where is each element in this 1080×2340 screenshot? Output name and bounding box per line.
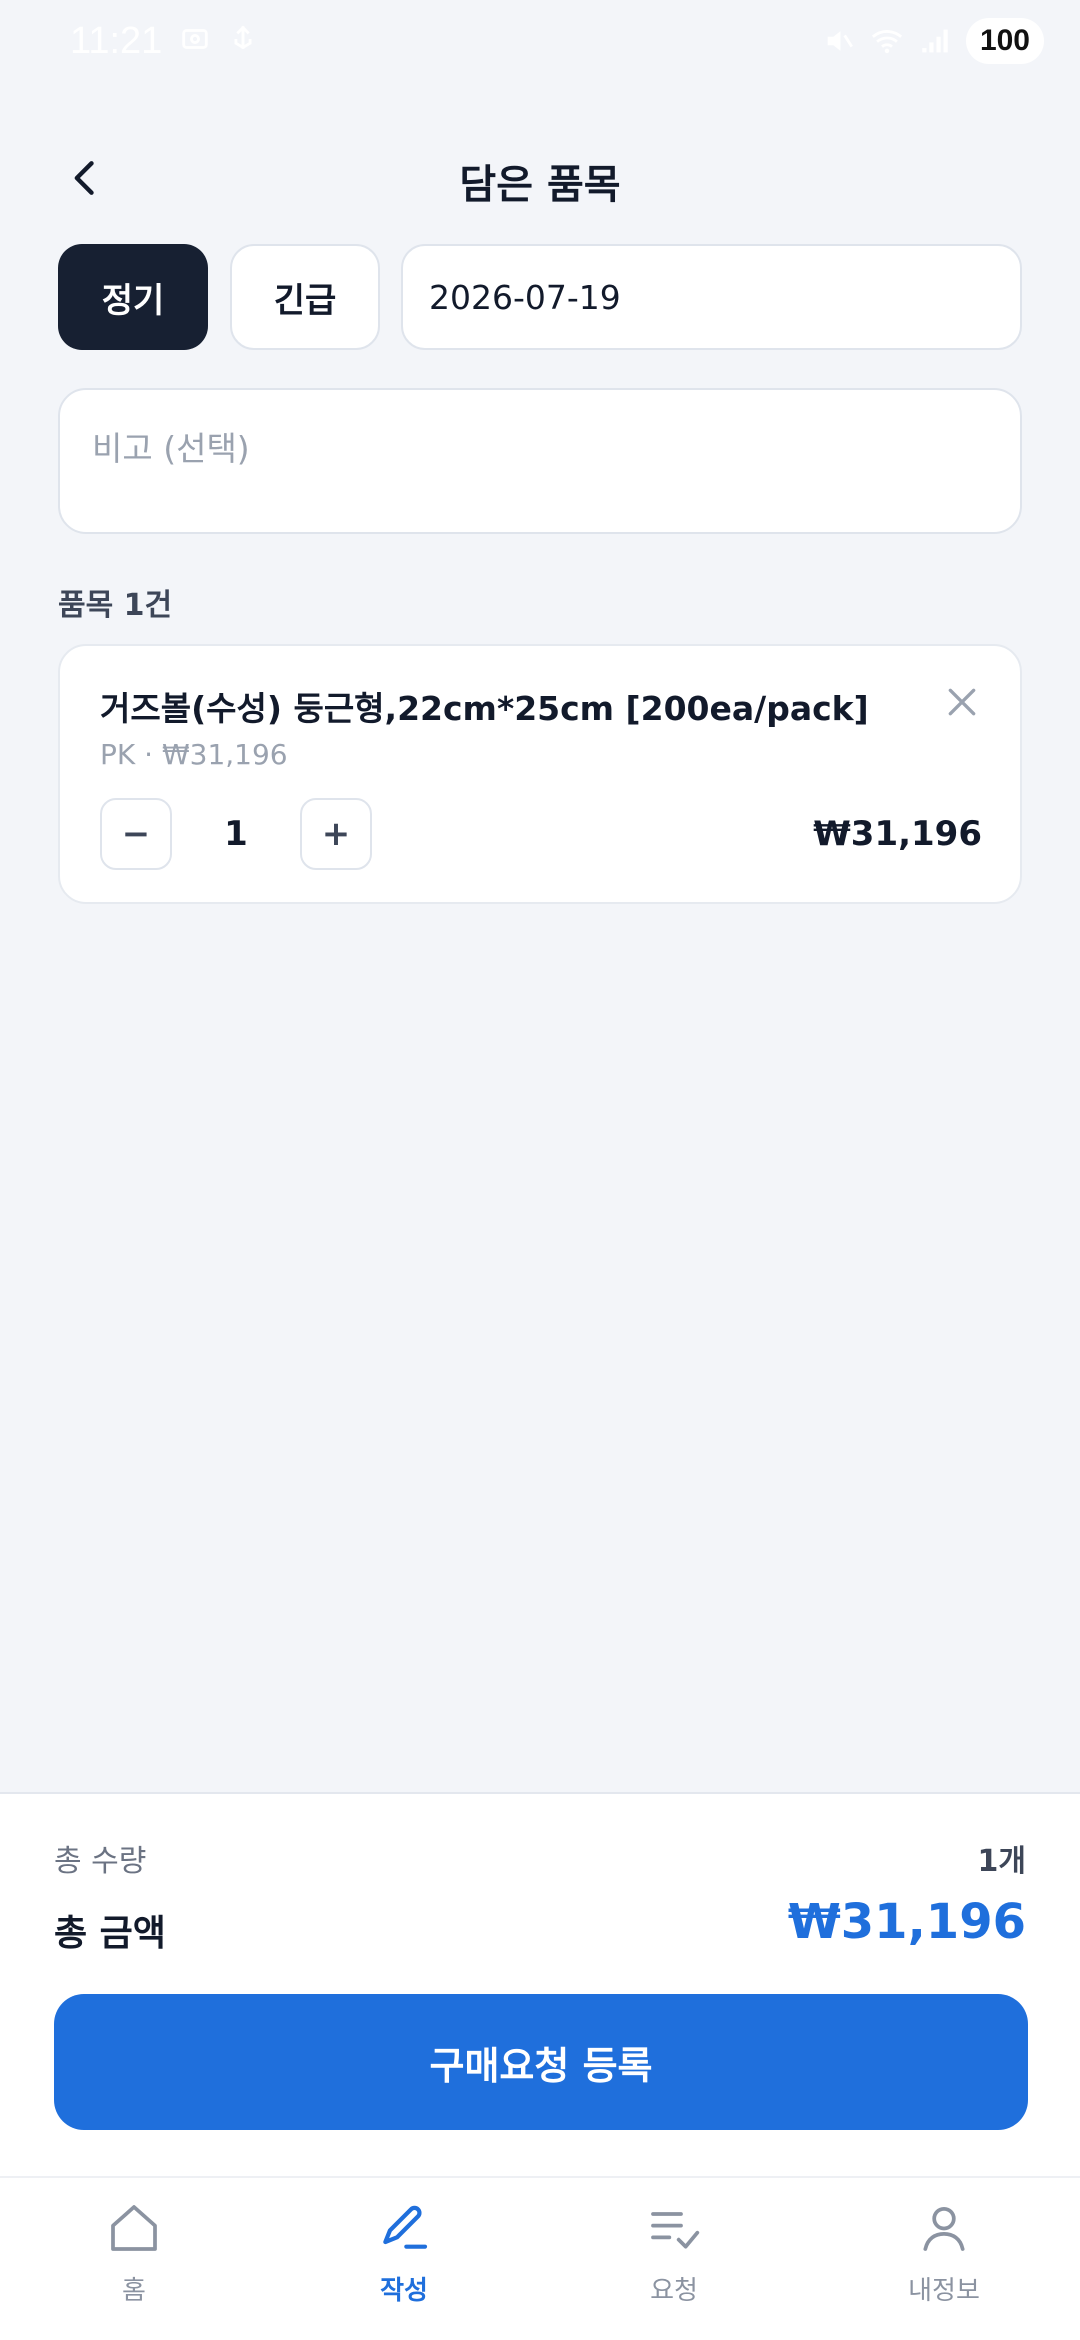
home-icon bbox=[111, 2205, 157, 2251]
pencil-icon bbox=[383, 2205, 428, 2249]
close-icon bbox=[948, 688, 976, 716]
signal-icon bbox=[922, 29, 948, 53]
battery-indicator: 100 bbox=[965, 18, 1044, 64]
nav-label-requests: 요청 bbox=[650, 2276, 698, 2306]
nav-label-write: 작성 bbox=[380, 2276, 428, 2306]
status-icons-right: 100 bbox=[822, 18, 1044, 64]
type-urgent-button[interactable]: 긴급 bbox=[230, 244, 380, 350]
quantity-value: 1 bbox=[224, 814, 248, 854]
quantity-decrease-button[interactable]: − bbox=[100, 798, 172, 870]
nav-item-requests[interactable]: 요청 bbox=[574, 2200, 774, 2320]
screen: 11:21 100 담은 품목 정기 긴급 2026-07-19 비고 (선택)… bbox=[0, 0, 1080, 2340]
item-name: 거즈볼(수성) 둥근형,22cm*25cm [200ea/pack] bbox=[100, 689, 869, 728]
remove-item-button[interactable] bbox=[942, 682, 982, 722]
status-icons-left bbox=[178, 22, 260, 56]
page-title: 담은 품목 bbox=[459, 162, 621, 208]
date-field[interactable]: 2026-07-19 bbox=[401, 244, 1022, 350]
list-check-icon bbox=[651, 2212, 700, 2249]
memo-input[interactable]: 비고 (선택) bbox=[58, 388, 1022, 534]
order-summary: 총 수량 1개 총 금액 ₩31,196 구매요청 등록 bbox=[0, 1792, 1080, 2176]
nav-item-home[interactable]: 홈 bbox=[34, 2200, 234, 2320]
total-amount-label: 총 금액 bbox=[54, 1913, 166, 1954]
total-quantity-value: 1개 bbox=[977, 1844, 1026, 1879]
item-total-price: ₩31,196 bbox=[813, 814, 982, 854]
total-amount-value: ₩31,196 bbox=[787, 1894, 1026, 1950]
submit-purchase-request-button[interactable]: 구매요청 등록 bbox=[54, 1994, 1028, 2130]
request-options-row: 정기 긴급 2026-07-19 bbox=[58, 244, 1022, 350]
nav-label-profile: 내정보 bbox=[908, 2276, 980, 2306]
nav-item-write[interactable]: 작성 bbox=[304, 2200, 504, 2320]
header: 담은 품목 bbox=[0, 136, 1080, 216]
status-bar: 11:21 100 bbox=[0, 0, 1080, 84]
bottom-nav: 홈 작성 요청 내정보 bbox=[0, 2176, 1080, 2340]
nav-label-home: 홈 bbox=[122, 2276, 146, 2306]
screenshot-icon bbox=[182, 29, 208, 49]
cart-item-card: 거즈볼(수성) 둥근형,22cm*25cm [200ea/pack] PK · … bbox=[58, 644, 1022, 904]
quantity-increase-button[interactable]: + bbox=[300, 798, 372, 870]
user-icon bbox=[923, 2207, 965, 2251]
nav-item-profile[interactable]: 내정보 bbox=[844, 2200, 1044, 2320]
items-count-label: 품목 1건 bbox=[58, 588, 173, 623]
item-unit-price: PK · ₩31,196 bbox=[100, 738, 288, 771]
total-quantity-label: 총 수량 bbox=[54, 1844, 147, 1879]
mute-icon bbox=[827, 31, 853, 51]
usb-icon bbox=[234, 25, 252, 50]
wifi-icon bbox=[871, 30, 903, 54]
type-regular-button[interactable]: 정기 bbox=[58, 244, 208, 350]
status-time: 11:21 bbox=[70, 20, 163, 62]
